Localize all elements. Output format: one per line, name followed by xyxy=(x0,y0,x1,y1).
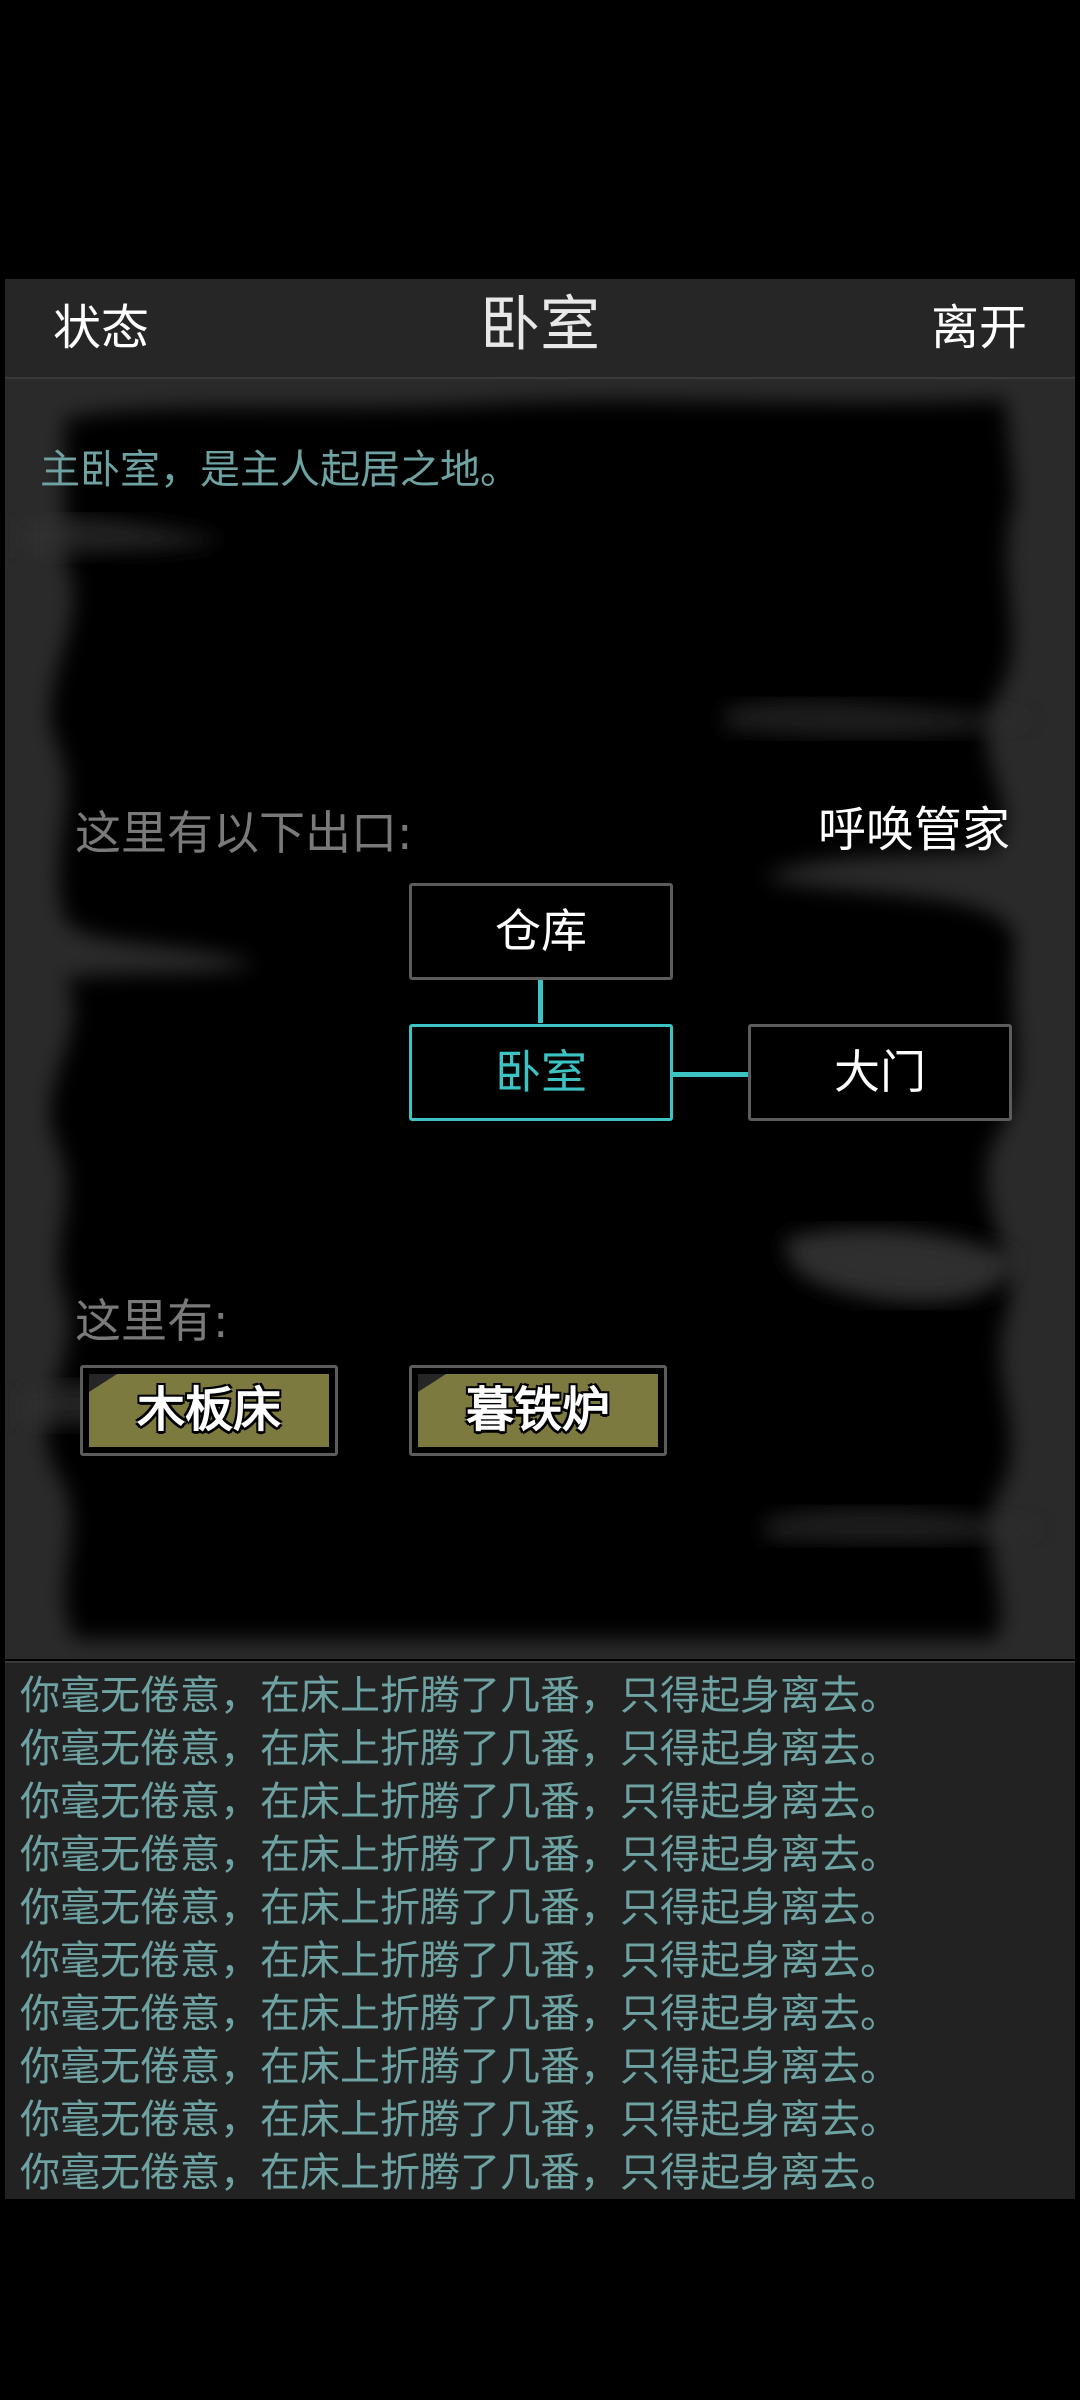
scene-panel: 主卧室，是主人起居之地。 这里有以下出口: 呼唤管家 仓库 卧室 大门 这里有:… xyxy=(5,379,1075,1659)
leave-button[interactable]: 离开 xyxy=(931,303,1027,353)
log-line: 你毫无倦意，在床上折腾了几番，只得起身离去。 xyxy=(20,1832,900,1878)
log-line: 你毫无倦意，在床上折腾了几番，只得起身离去。 xyxy=(20,2150,900,2196)
item-wooden-bed[interactable]: 木板床 xyxy=(80,1365,338,1456)
log-line: 你毫无倦意，在床上折腾了几番，只得起身离去。 xyxy=(20,1726,900,1772)
items-label: 这里有: xyxy=(75,1294,229,1348)
item-fill: 木板床 xyxy=(89,1374,329,1447)
item-iron-stove[interactable]: 暮铁炉 xyxy=(409,1365,667,1456)
location-title: 卧室 xyxy=(480,290,600,360)
exits-label: 这里有以下出口: xyxy=(75,806,413,860)
log-line: 你毫无倦意，在床上折腾了几番，只得起身离去。 xyxy=(20,1673,900,1719)
log-line: 你毫无倦意，在床上折腾了几番，只得起身离去。 xyxy=(20,1991,900,2037)
map-link-east xyxy=(672,1072,752,1077)
location-description: 主卧室，是主人起居之地。 xyxy=(40,447,520,493)
log-line: 你毫无倦意，在床上折腾了几番，只得起身离去。 xyxy=(20,1885,900,1931)
log-line: 你毫无倦意，在床上折腾了几番，只得起身离去。 xyxy=(20,1938,900,1984)
item-label: 暮铁炉 xyxy=(465,1382,610,1438)
exit-north-room[interactable]: 仓库 xyxy=(409,883,673,980)
top-bar: 状态 卧室 离开 xyxy=(5,279,1075,379)
log-line: 你毫无倦意，在床上折腾了几番，只得起身离去。 xyxy=(20,2097,900,2143)
exit-east-room[interactable]: 大门 xyxy=(748,1024,1012,1121)
exit-north-label: 仓库 xyxy=(495,904,587,958)
item-label: 木板床 xyxy=(136,1382,281,1438)
exit-east-label: 大门 xyxy=(834,1045,926,1099)
message-log[interactable]: 你毫无倦意，在床上折腾了几番，只得起身离去。 你毫无倦意，在床上折腾了几番，只得… xyxy=(5,1661,1075,2199)
log-line: 你毫无倦意，在床上折腾了几番，只得起身离去。 xyxy=(20,1779,900,1825)
map-link-north xyxy=(538,978,543,1023)
current-room-label: 卧室 xyxy=(495,1045,587,1099)
log-line: 你毫无倦意，在床上折腾了几番，只得起身离去。 xyxy=(20,2044,900,2090)
current-room: 卧室 xyxy=(409,1024,673,1121)
item-fill: 暮铁炉 xyxy=(418,1374,658,1447)
summon-butler-button[interactable]: 呼唤管家 xyxy=(818,803,1010,857)
